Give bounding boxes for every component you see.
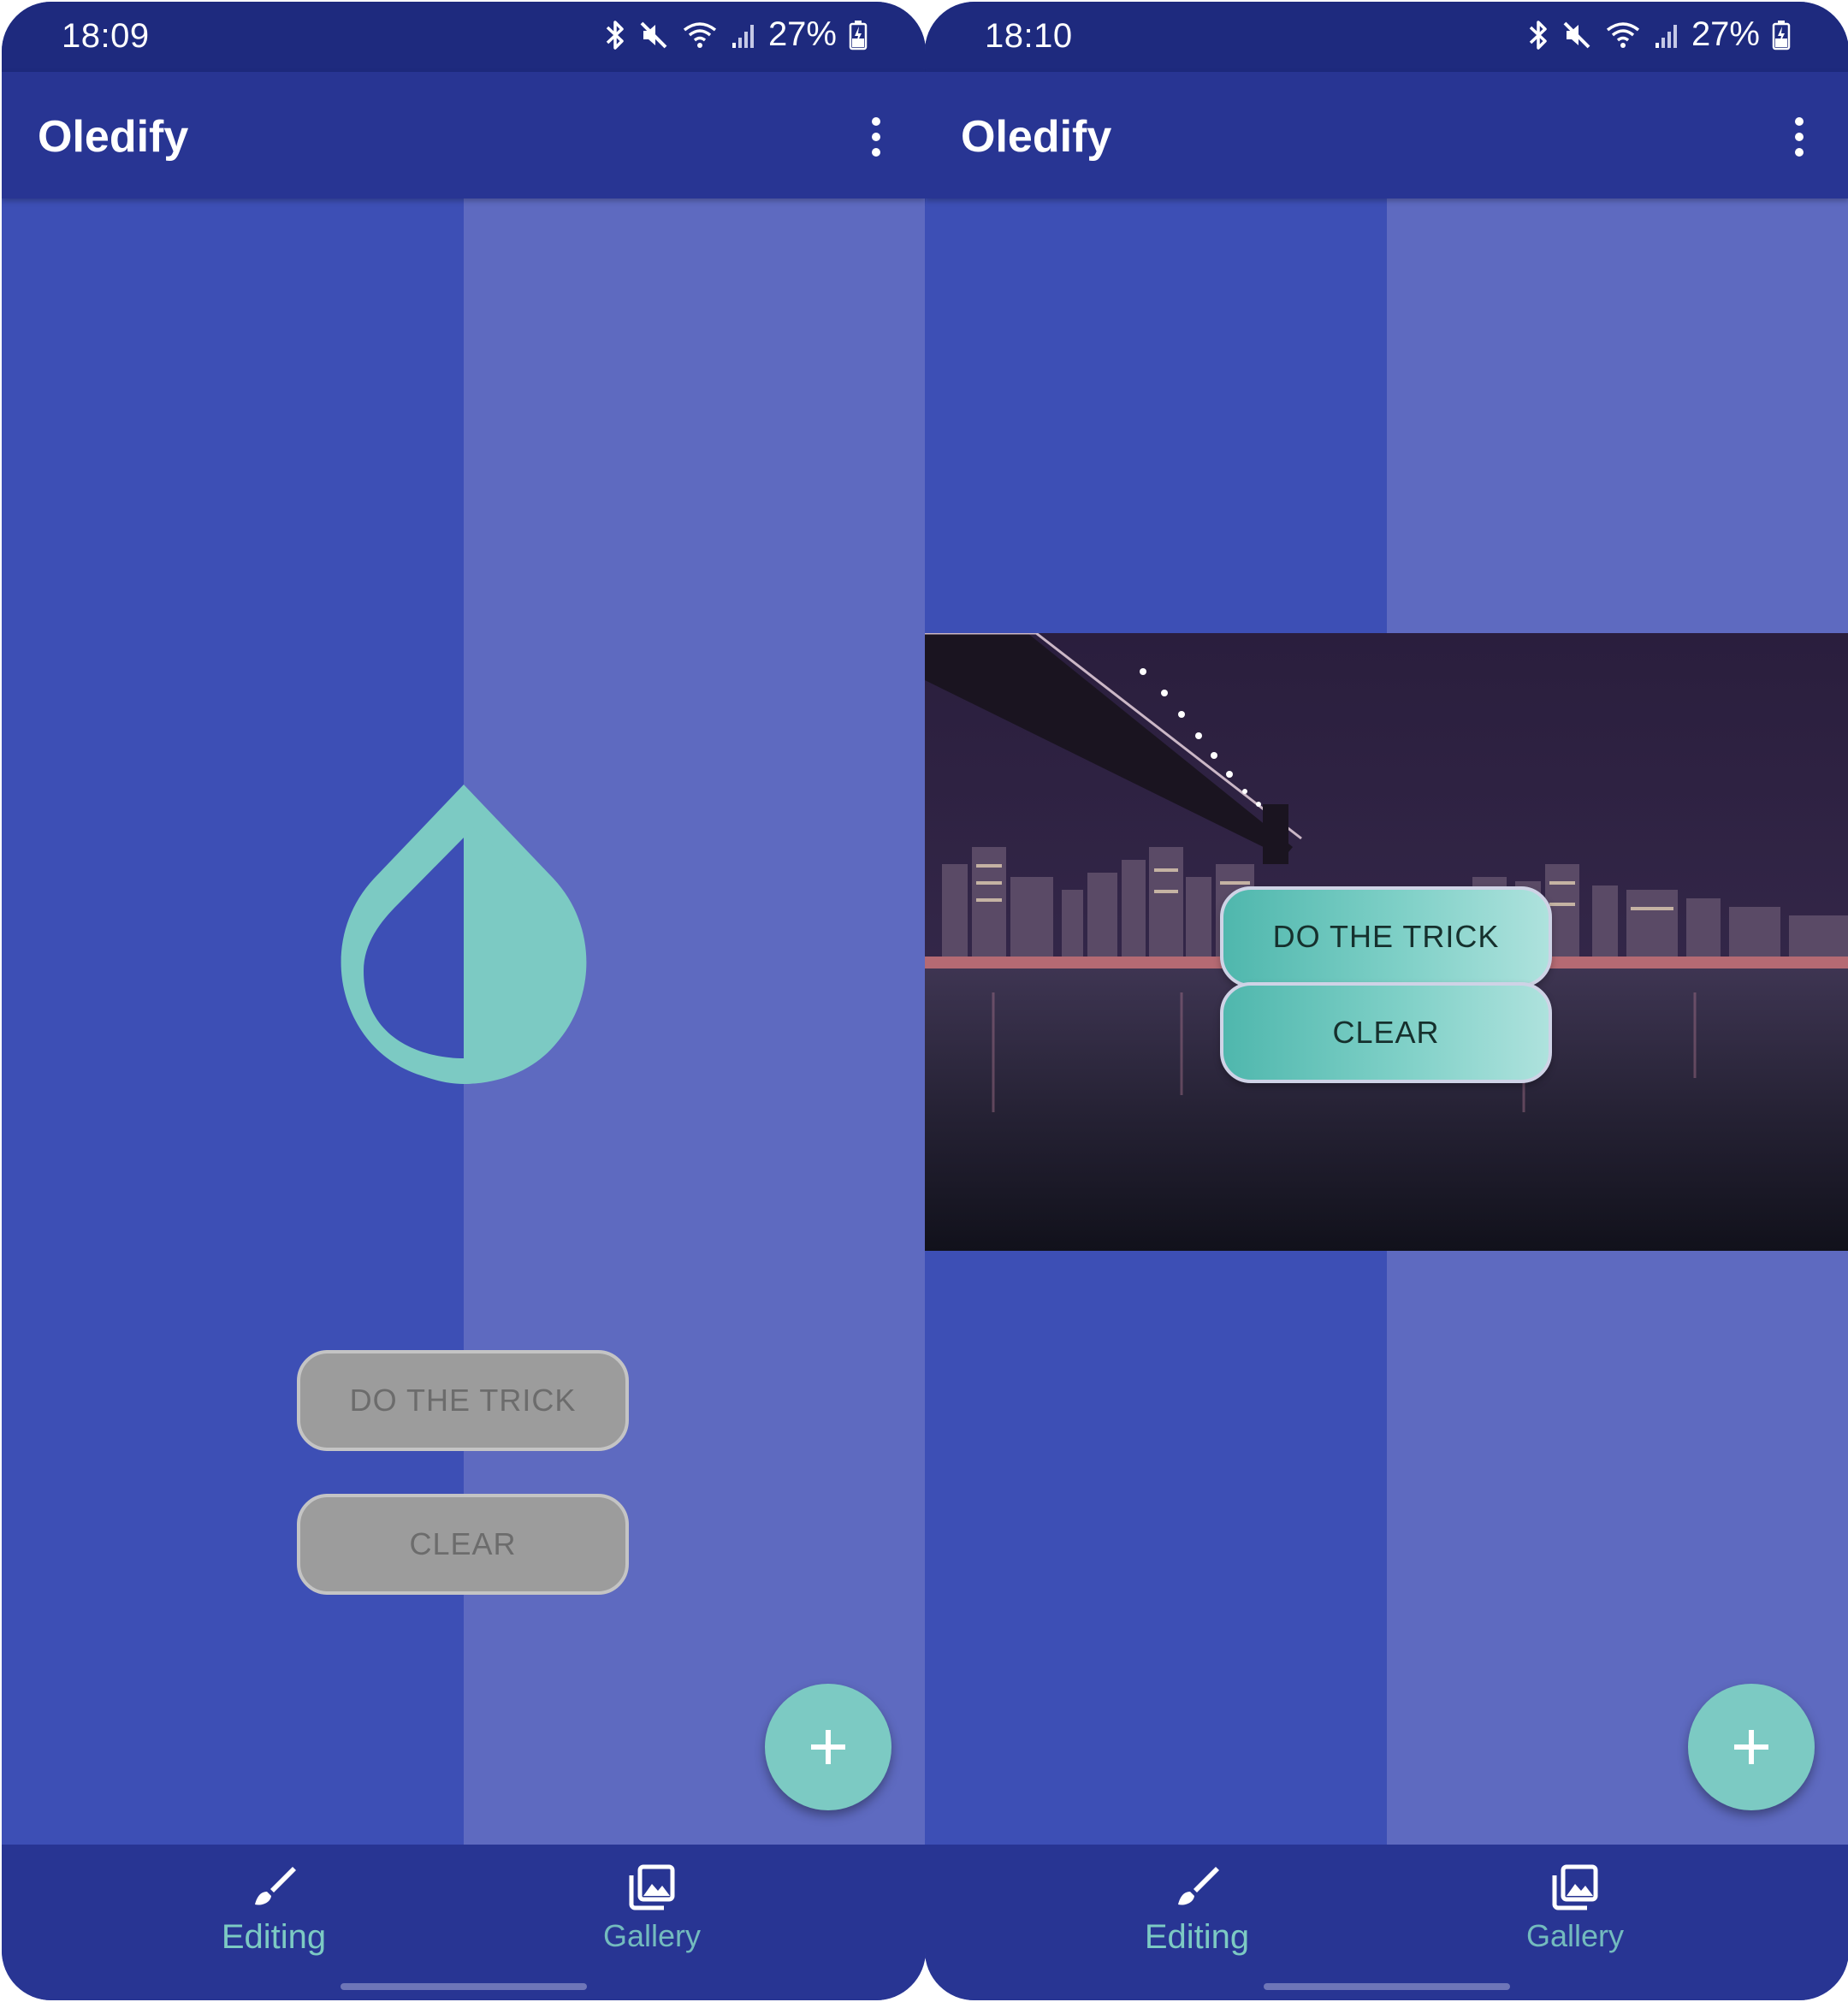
home-indicator <box>341 1983 587 1990</box>
nav-item-editing[interactable]: Editing <box>188 1863 359 1957</box>
do-the-trick-button[interactable]: DO THE TRICK <box>297 1350 629 1451</box>
bluetooth-icon <box>606 20 624 50</box>
nav-label-editing: Editing <box>1144 1918 1250 1956</box>
status-icons: 27% <box>1527 15 1791 54</box>
battery-percent: 27% <box>767 15 837 53</box>
add-image-fab[interactable] <box>1688 1684 1815 1810</box>
nav-item-editing[interactable]: Editing <box>1111 1863 1282 1957</box>
status-bar: 18:09 27% <box>2 2 926 72</box>
battery-icon <box>1772 20 1791 50</box>
phone-screen-left: 18:09 27% Oledify DO THE TRICK CLEAR Edi… <box>2 2 926 2000</box>
clear-button[interactable]: CLEAR <box>1220 982 1552 1083</box>
more-vert-icon <box>1795 117 1804 157</box>
signal-icon <box>732 24 754 48</box>
phone-screen-right: 18:10 27% Oledify DO THE TRICK CLEAR Edi… <box>925 2 1848 2000</box>
gallery-icon <box>629 1864 675 1910</box>
status-bar: 18:10 27% <box>925 2 1848 72</box>
plus-icon <box>811 1730 845 1764</box>
battery-icon <box>849 20 868 50</box>
home-indicator <box>1264 1983 1510 1990</box>
status-time: 18:09 <box>62 17 150 55</box>
app-title: Oledify <box>38 112 189 162</box>
nav-label-editing: Editing <box>221 1918 327 1956</box>
editing-content: DO THE TRICK CLEAR <box>2 198 926 1845</box>
add-image-fab[interactable] <box>765 1684 891 1810</box>
more-options-button[interactable] <box>1782 113 1816 164</box>
bluetooth-icon <box>1529 20 1547 50</box>
status-time: 18:10 <box>985 17 1073 55</box>
clear-button[interactable]: CLEAR <box>297 1494 629 1595</box>
nav-item-gallery[interactable]: Gallery <box>566 1863 737 1954</box>
bottom-navigation: Editing Gallery <box>2 1845 926 2000</box>
app-bar: Oledify <box>925 72 1848 198</box>
do-the-trick-button[interactable]: DO THE TRICK <box>1220 886 1552 987</box>
editing-content: DO THE TRICK CLEAR <box>925 198 1848 1845</box>
nav-label-gallery: Gallery <box>1525 1918 1625 1953</box>
app-title: Oledify <box>961 112 1112 162</box>
app-bar: Oledify <box>2 72 926 198</box>
wifi-icon <box>683 21 717 48</box>
nav-label-gallery: Gallery <box>602 1918 702 1953</box>
battery-percent: 27% <box>1691 15 1760 53</box>
drop-icon <box>341 785 587 1084</box>
plus-icon <box>1734 1730 1768 1764</box>
brush-icon <box>1178 1867 1219 1905</box>
signal-icon <box>1655 24 1677 48</box>
status-icons: 27% <box>604 15 868 54</box>
gallery-icon <box>1552 1864 1598 1910</box>
more-vert-icon <box>872 117 880 157</box>
wifi-icon <box>1606 21 1640 48</box>
mute-icon <box>640 21 667 48</box>
brush-icon <box>255 1867 296 1905</box>
bottom-navigation: Editing Gallery <box>925 1845 1848 2000</box>
more-options-button[interactable] <box>859 113 893 164</box>
nav-item-gallery[interactable]: Gallery <box>1490 1863 1661 1954</box>
mute-icon <box>1563 21 1590 48</box>
